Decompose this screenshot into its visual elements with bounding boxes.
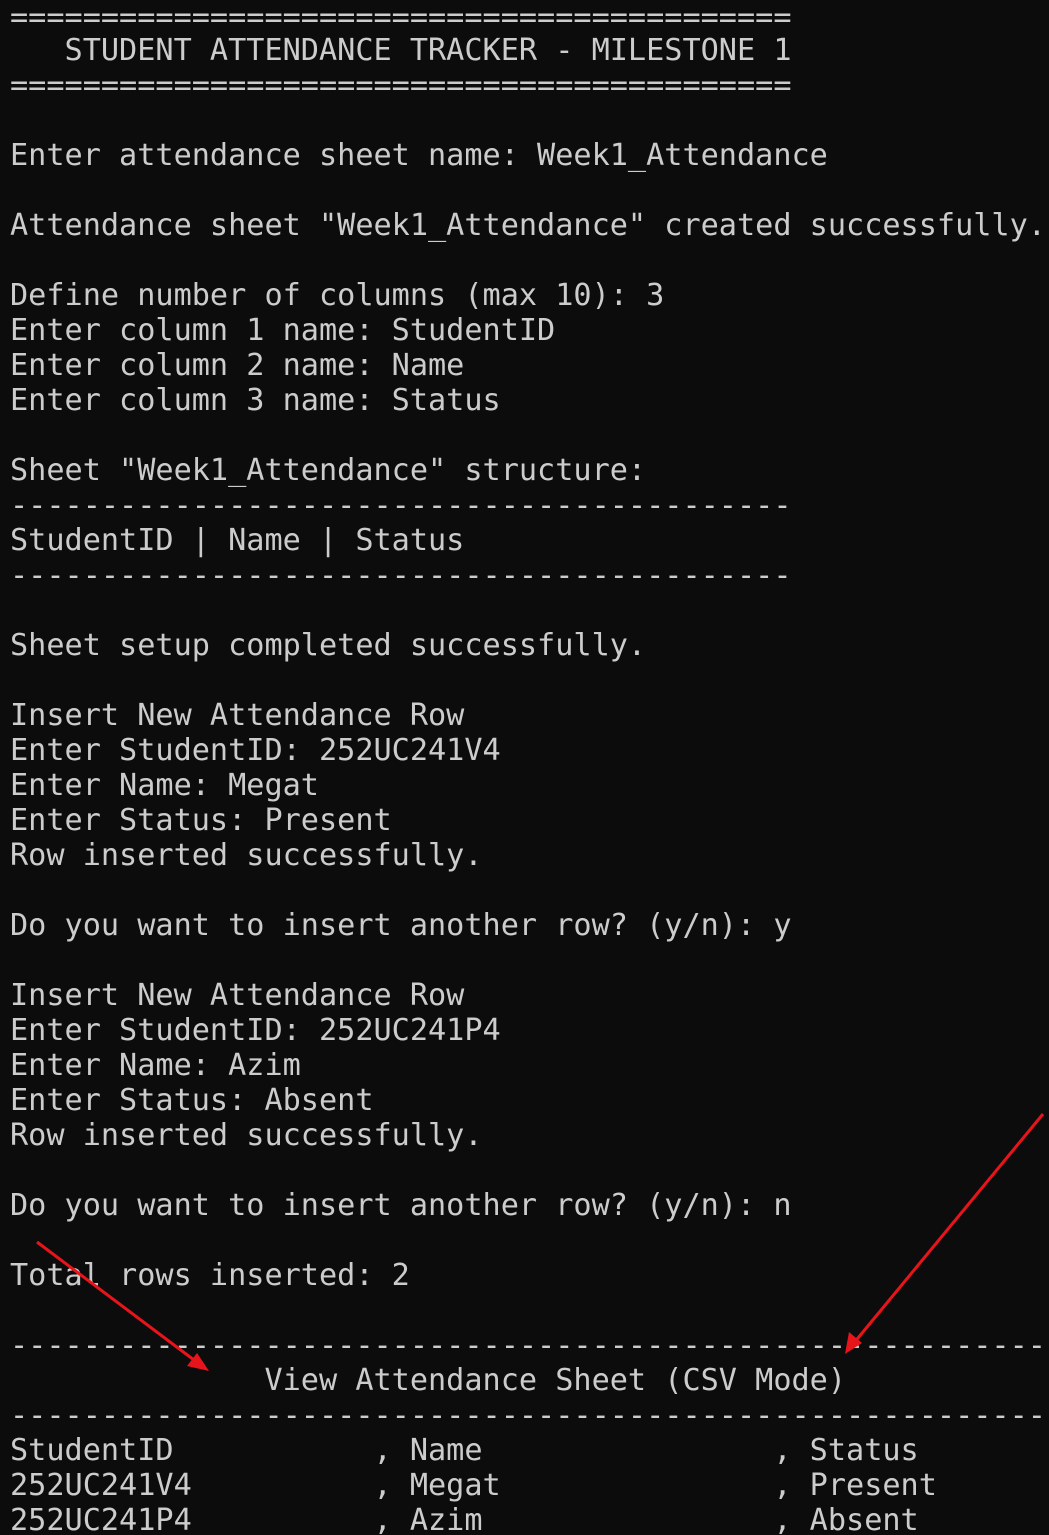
terminal-line: Define number of columns (max 10): 3 bbox=[10, 278, 665, 313]
terminal-line: ----------------------------------------… bbox=[10, 1398, 1046, 1433]
terminal-line: Insert New Attendance Row bbox=[10, 698, 465, 733]
terminal-line: Enter Name: Megat bbox=[10, 768, 319, 803]
terminal-line: Enter Status: Absent bbox=[10, 1083, 374, 1118]
terminal-line: ========================================… bbox=[10, 68, 792, 103]
terminal-line: Enter column 2 name: Name bbox=[10, 348, 465, 383]
terminal-line: Enter StudentID: 252UC241V4 bbox=[10, 733, 501, 768]
terminal-line: Enter Name: Azim bbox=[10, 1048, 301, 1083]
terminal-line: Do you want to insert another row? (y/n)… bbox=[10, 908, 792, 943]
terminal-line: Row inserted successfully. bbox=[10, 1118, 483, 1153]
terminal-line: STUDENT ATTENDANCE TRACKER - MILESTONE 1 bbox=[10, 33, 792, 68]
terminal-line: Do you want to insert another row? (y/n)… bbox=[10, 1188, 792, 1223]
terminal-line: Enter StudentID: 252UC241P4 bbox=[10, 1013, 501, 1048]
terminal-line: Attendance sheet "Week1_Attendance" crea… bbox=[10, 208, 1046, 243]
terminal-line: Enter attendance sheet name: Week1_Atten… bbox=[10, 138, 828, 173]
terminal-line: ----------------------------------------… bbox=[10, 488, 792, 523]
terminal-line: Insert New Attendance Row bbox=[10, 978, 465, 1013]
terminal-line: Total rows inserted: 2 bbox=[10, 1258, 410, 1293]
terminal-line: 252UC241P4 , Azim , Absent bbox=[10, 1503, 919, 1535]
terminal-line: Enter column 1 name: StudentID bbox=[10, 313, 556, 348]
terminal-line: ----------------------------------------… bbox=[10, 558, 792, 593]
terminal-line: Row inserted successfully. bbox=[10, 838, 483, 873]
terminal-line: StudentID | Name | Status bbox=[10, 523, 465, 558]
annotation-arrow-right bbox=[845, 1113, 1045, 1354]
terminal-line: View Attendance Sheet (CSV Mode) bbox=[10, 1363, 847, 1398]
terminal-line: Sheet setup completed successfully. bbox=[10, 628, 647, 663]
terminal-line: 252UC241V4 , Megat , Present bbox=[10, 1468, 937, 1503]
terminal-line: Sheet "Week1_Attendance" structure: bbox=[10, 453, 647, 488]
arrow-shaft bbox=[851, 1113, 1045, 1345]
terminal-line: Enter column 3 name: Status bbox=[10, 383, 501, 418]
terminal-line: Enter Status: Present bbox=[10, 803, 392, 838]
terminal-line: ========================================… bbox=[10, 0, 792, 35]
terminal-line: StudentID , Name , Status bbox=[10, 1433, 919, 1468]
terminal-window[interactable]: ========================================… bbox=[0, 0, 1049, 1535]
terminal-line: ----------------------------------------… bbox=[10, 1328, 1046, 1363]
